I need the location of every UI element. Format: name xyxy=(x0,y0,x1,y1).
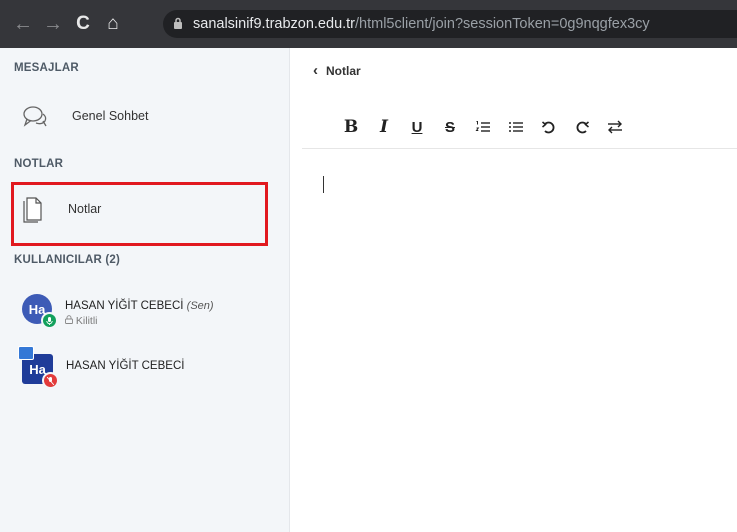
toolbar-divider xyxy=(302,148,737,149)
undo-icon xyxy=(541,121,555,134)
back-arrow-icon[interactable]: ← xyxy=(8,13,38,36)
shared-notes-panel: ‹ Notlar B I U S xyxy=(290,48,737,532)
bullet-list-icon xyxy=(509,122,523,132)
notes-label: Notlar xyxy=(68,202,102,216)
notes-panel-title: Notlar xyxy=(326,64,361,78)
user-name: HASAN YİĞİT CEBECİ xyxy=(66,360,185,372)
user-status: Kilitli xyxy=(65,315,214,327)
chat-icon xyxy=(23,106,47,127)
user-list-item[interactable]: Ha HASAN YİĞİT CEBECİ (Sen) Kilitli xyxy=(22,294,214,329)
messages-section-title: MESAJLAR xyxy=(14,62,79,74)
public-chat-label: Genel Sohbet xyxy=(72,109,149,123)
url-path: /html5client/join?sessionToken=0g9nqgfex… xyxy=(355,16,650,32)
muted-microphone-icon xyxy=(42,372,59,389)
home-icon[interactable]: ⌂ xyxy=(98,13,128,35)
user-name: HASAN YİĞİT CEBECİ (Sen) xyxy=(65,300,214,312)
avatar: Ha xyxy=(18,346,59,389)
shared-notes-item[interactable]: Notlar xyxy=(11,182,268,246)
reload-icon[interactable]: C xyxy=(68,13,98,35)
sidebar: MESAJLAR Genel Sohbet NOTLAR Notlar KULL… xyxy=(0,48,290,532)
notes-document-icon xyxy=(23,197,42,223)
editor-toolbar: B I U S xyxy=(340,116,637,138)
avatar: Ha xyxy=(22,294,58,329)
redo-button[interactable] xyxy=(571,116,593,138)
user-name-text: HASAN YİĞİT CEBECİ xyxy=(65,300,184,312)
ordered-list-icon xyxy=(475,121,490,132)
lock-icon xyxy=(65,315,76,327)
lock-icon xyxy=(173,17,183,32)
underline-button[interactable]: U xyxy=(406,116,428,138)
undo-button[interactable] xyxy=(538,116,560,138)
swap-arrows-icon xyxy=(608,120,622,134)
user-list-item[interactable]: Ha HASAN YİĞİT CEBECİ xyxy=(18,346,185,389)
microphone-status-icon xyxy=(41,312,58,329)
convert-button[interactable] xyxy=(604,116,626,138)
strikethrough-button[interactable]: S xyxy=(439,116,461,138)
address-bar[interactable]: sanalsinif9.trabzon.edu.tr/html5client/j… xyxy=(163,10,737,38)
italic-button[interactable]: I xyxy=(373,116,395,138)
presenter-icon xyxy=(18,346,34,360)
ordered-list-button[interactable] xyxy=(472,116,494,138)
chevron-left-icon: ‹ xyxy=(313,62,318,79)
notes-editor[interactable] xyxy=(290,150,737,532)
public-chat-item[interactable]: Genel Sohbet xyxy=(14,104,148,128)
notes-section-title: NOTLAR xyxy=(14,158,64,170)
redo-icon xyxy=(576,121,590,134)
browser-toolbar: ← → C ⌂ sanalsinif9.trabzon.edu.tr/html5… xyxy=(0,0,737,48)
users-section-title: KULLANICILAR (2) xyxy=(14,254,121,266)
bold-button[interactable]: B xyxy=(340,116,362,138)
text-caret xyxy=(323,176,324,193)
user-status-text: Kilitli xyxy=(75,315,98,327)
url-domain: sanalsinif9.trabzon.edu.tr xyxy=(193,16,356,32)
notes-back-button[interactable]: ‹ Notlar xyxy=(313,62,361,79)
you-tag: (Sen) xyxy=(186,300,214,312)
forward-arrow-icon[interactable]: → xyxy=(38,13,68,36)
bullet-list-button[interactable] xyxy=(505,116,527,138)
